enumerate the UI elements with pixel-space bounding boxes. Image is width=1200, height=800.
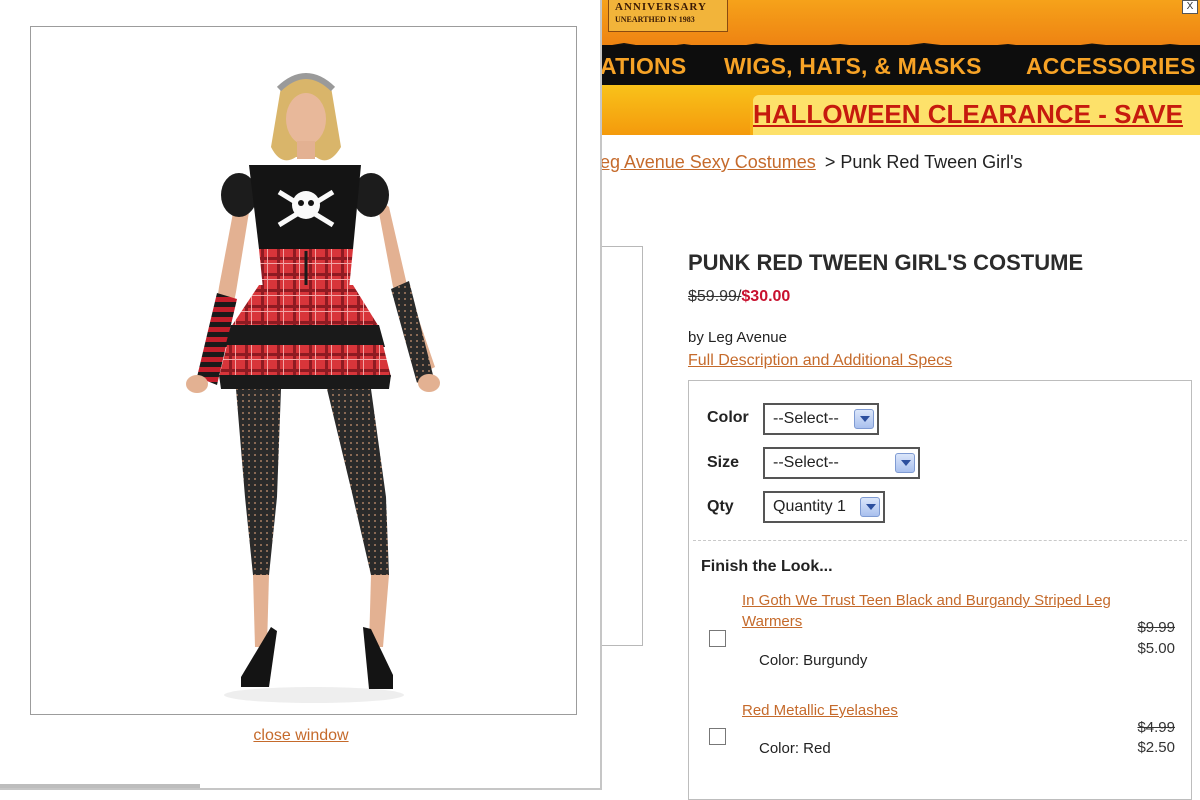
chevron-down-icon: [860, 497, 880, 517]
breadcrumb: Leg Avenue Sexy Costumes > Punk Red Twee…: [590, 152, 1023, 173]
size-select-value: --Select--: [773, 454, 839, 471]
accessory-sale-price: $2.50: [1137, 739, 1175, 756]
accessory-sale-price: $5.00: [1137, 640, 1175, 657]
options-box: Color --Select-- Size --Select-- Qty Qua…: [688, 380, 1192, 800]
costume-model-illustration: [186, 73, 440, 703]
full-description-link[interactable]: Full Description and Additional Specs: [688, 352, 952, 370]
accessory-old-price: $4.99: [1137, 719, 1175, 736]
price-row: $59.99/$30.00: [688, 288, 790, 306]
site-header: ANNIVERSARY UNEARTHED IN 1983 X: [600, 0, 1200, 51]
color-label: Color: [707, 409, 749, 426]
anniversary-logo[interactable]: ANNIVERSARY UNEARTHED IN 1983: [608, 0, 728, 32]
original-price: $59.99/: [688, 288, 742, 305]
banner-side-strip: [600, 85, 750, 135]
nav-item-decorations[interactable]: ATIONS: [600, 53, 686, 80]
qty-select-value: Quantity 1: [773, 498, 846, 515]
enlarged-image-popup: close window: [0, 0, 602, 790]
logo-title: ANNIVERSARY: [615, 1, 707, 13]
popup-scrollbar[interactable]: [0, 784, 200, 788]
qty-label: Qty: [707, 498, 734, 515]
divider: [693, 540, 1187, 541]
clearance-promo[interactable]: HALLOWEEN CLEARANCE - SAVE: [753, 95, 1200, 135]
close-icon[interactable]: X: [1182, 0, 1198, 14]
accessory-old-price: $9.99: [1137, 619, 1175, 636]
size-label: Size: [707, 454, 740, 471]
product-image-frame: [598, 246, 643, 646]
accessory-link-leg-warmers[interactable]: In Goth We Trust Teen Black and Burgandy…: [742, 590, 1112, 632]
accessory-color: Color: Red: [759, 740, 831, 757]
close-window-link[interactable]: close window: [0, 727, 602, 745]
product-photo: [30, 26, 577, 715]
color-select[interactable]: --Select--: [763, 403, 879, 435]
accessory-checkbox-leg-warmers[interactable]: [709, 630, 726, 647]
chevron-down-icon: [895, 453, 915, 473]
nav-item-accessories[interactable]: ACCESSORIES: [1026, 53, 1196, 80]
logo-subtitle: UNEARTHED IN 1983: [615, 15, 695, 24]
product-title: PUNK RED TWEEN GIRL'S COSTUME: [688, 250, 1084, 275]
chevron-down-icon: [854, 409, 874, 429]
color-select-value: --Select--: [773, 410, 839, 427]
brand-line: by Leg Avenue: [688, 329, 787, 346]
promo-banner: HALLOWEEN CLEARANCE - SAVE: [600, 85, 1200, 135]
sale-price: $30.00: [741, 288, 791, 305]
breadcrumb-link[interactable]: Leg Avenue Sexy Costumes: [590, 152, 816, 172]
breadcrumb-current: Punk Red Tween Girl's: [840, 152, 1023, 172]
nav-item-wigs-hats-masks[interactable]: WIGS, HATS, & MASKS: [724, 53, 982, 80]
finish-the-look-heading: Finish the Look...: [701, 558, 833, 575]
accessory-link-eyelashes[interactable]: Red Metallic Eyelashes: [742, 700, 1112, 721]
accessory-color: Color: Burgundy: [759, 652, 868, 669]
main-nav: ATIONS WIGS, HATS, & MASKS ACCESSORIES: [600, 45, 1200, 85]
accessory-checkbox-eyelashes[interactable]: [709, 728, 726, 745]
clearance-link[interactable]: HALLOWEEN CLEARANCE - SAVE: [753, 99, 1183, 130]
breadcrumb-separator: >: [824, 152, 836, 172]
size-select[interactable]: --Select--: [763, 447, 920, 479]
qty-select[interactable]: Quantity 1: [763, 491, 885, 523]
